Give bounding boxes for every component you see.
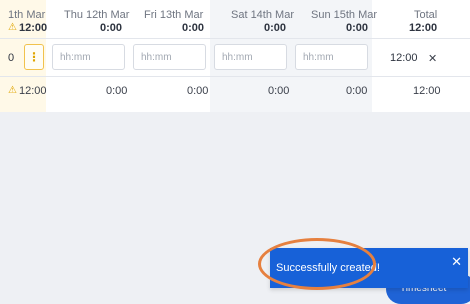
header-day-sunday: Sun 15th Mar xyxy=(311,9,378,21)
header-day-thursday: Thu 12th Mar xyxy=(64,9,130,21)
footer-grand-total: 12:00 xyxy=(413,85,441,97)
row-divider xyxy=(0,76,470,77)
kebab-menu-icon: ⋮ xyxy=(28,50,40,64)
header-total-friday: 0:00 xyxy=(182,22,205,34)
header-day-saturday: Sat 14th Mar xyxy=(231,9,294,21)
entry-value-wednesday: 0 xyxy=(8,52,15,64)
header-total-value: 12:00 xyxy=(409,22,438,34)
close-icon[interactable]: ✕ xyxy=(428,52,437,65)
time-input-friday[interactable]: hh:mm xyxy=(133,44,206,70)
header-total-wednesday: 12:00 xyxy=(19,22,48,34)
timesheet-card: 1th Mar ⚠ 12:00 Thu 12th Mar 0:00 Fri 13… xyxy=(0,0,470,112)
close-icon[interactable]: ✕ xyxy=(451,254,462,270)
annotation-highlight-circle xyxy=(258,238,376,290)
warning-icon: ⚠ xyxy=(8,85,17,96)
footer-total-saturday: 0:00 xyxy=(268,85,290,97)
warning-icon: ⚠ xyxy=(8,22,17,33)
time-input-sunday[interactable]: hh:mm xyxy=(295,44,368,70)
header-day-wednesday: 1th Mar xyxy=(8,9,46,21)
footer-total-wednesday: 12:00 xyxy=(19,85,47,97)
header-day-friday: Fri 13th Mar xyxy=(144,9,204,21)
entry-menu-button[interactable]: ⋮ xyxy=(24,44,44,70)
header-total-thursday: 0:00 xyxy=(100,22,123,34)
footer-total-friday: 0:00 xyxy=(187,85,209,97)
header-total-label: Total xyxy=(414,9,438,21)
time-input-thursday[interactable]: hh:mm xyxy=(52,44,125,70)
footer-total-sunday: 0:00 xyxy=(346,85,368,97)
footer-total-thursday: 0:00 xyxy=(106,85,128,97)
time-input-saturday[interactable]: hh:mm xyxy=(214,44,287,70)
header-total-sunday: 0:00 xyxy=(346,22,369,34)
header-total-saturday: 0:00 xyxy=(264,22,287,34)
entry-row-total: 12:00 xyxy=(390,52,418,64)
header-divider xyxy=(0,38,470,39)
